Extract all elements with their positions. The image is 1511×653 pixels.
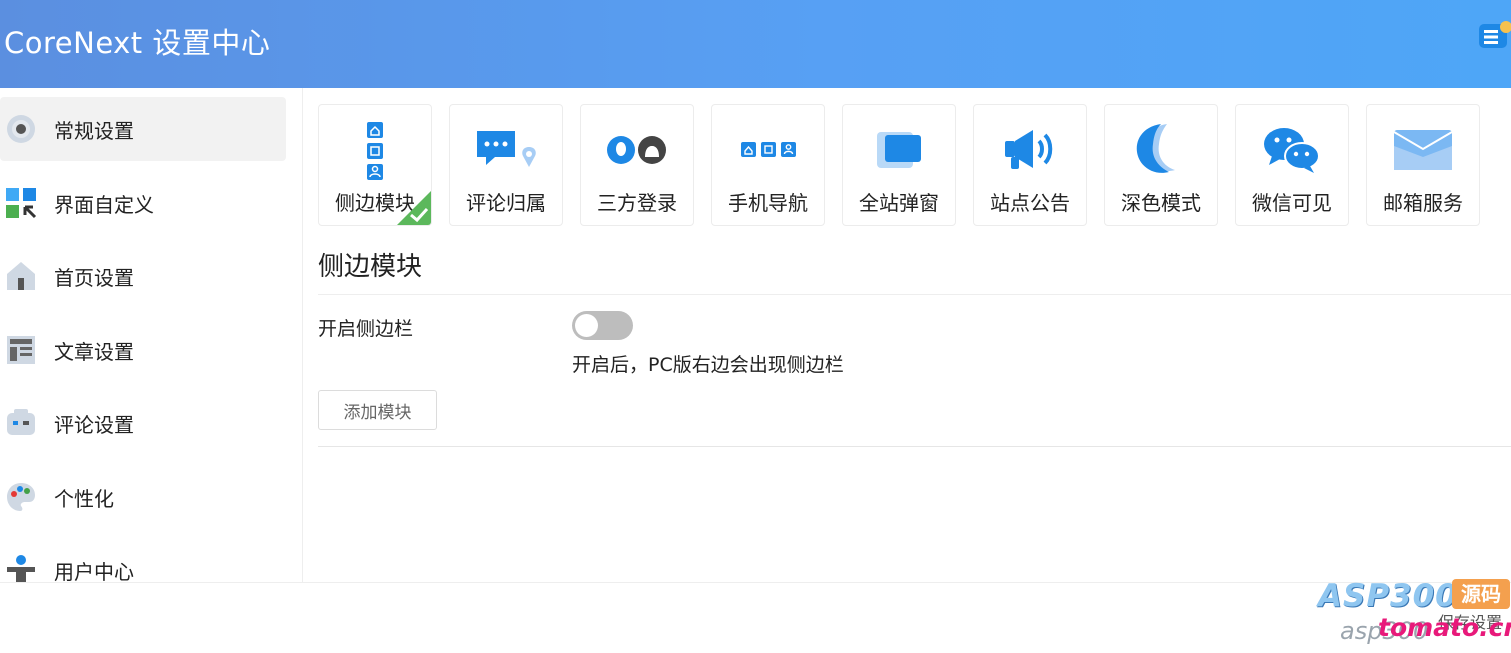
watermark-url-pink: tomato.cm: [1378, 613, 1511, 642]
tab-label: 评论归属: [466, 191, 546, 215]
app-header: CoreNext 设置中心: [0, 0, 1511, 88]
article-icon: [4, 333, 38, 367]
sidebar-item-label: 常规设置: [54, 118, 134, 143]
sidebar-item-home[interactable]: 首页设置: [0, 244, 286, 308]
sidebar-item-general[interactable]: 常规设置: [0, 97, 286, 161]
wechat-icon: [1236, 117, 1348, 183]
option-label: 开启侧边栏: [318, 318, 414, 340]
moon-icon: [1105, 117, 1217, 183]
section-title: 侧边模块: [318, 252, 423, 282]
sidebar-item-article[interactable]: 文章设置: [0, 318, 286, 382]
tab-label: 邮箱服务: [1383, 191, 1463, 215]
tab-site-notice[interactable]: 站点公告: [973, 104, 1087, 226]
add-module-button[interactable]: 添加模块: [318, 390, 437, 430]
layout-customize-icon: [4, 186, 38, 220]
side-module-icon: [319, 117, 431, 183]
sidebar-item-label: 首页设置: [54, 265, 134, 290]
user-icon: [4, 553, 38, 582]
home-icon: [4, 259, 38, 293]
comment-bot-icon: [4, 406, 38, 440]
footer-divider: [0, 582, 1511, 583]
tab-wechat-visible[interactable]: 微信可见: [1235, 104, 1349, 226]
tab-label: 三方登录: [597, 191, 677, 215]
sidebar-item-personalize[interactable]: 个性化: [0, 465, 286, 529]
palette-icon: [4, 480, 38, 514]
sidebar-item-label: 个性化: [54, 486, 114, 511]
third-party-login-icon: [581, 117, 693, 183]
tab-mail-service[interactable]: 邮箱服务: [1366, 104, 1480, 226]
mobile-nav-icon: [712, 117, 824, 183]
tab-label: 深色模式: [1121, 191, 1201, 215]
tab-label: 手机导航: [728, 191, 808, 215]
tab-label: 全站弹窗: [859, 191, 939, 215]
tab-comment-location[interactable]: 评论归属: [449, 104, 563, 226]
tab-dark-mode[interactable]: 深色模式: [1104, 104, 1218, 226]
tab-mobile-nav[interactable]: 手机导航: [711, 104, 825, 226]
mail-icon: [1367, 117, 1479, 183]
watermark-logo: ASP300: [1318, 578, 1458, 614]
sidebar-toggle[interactable]: [572, 311, 633, 340]
tab-popup-window[interactable]: 全站弹窗: [842, 104, 956, 226]
checkmark-icon: [397, 191, 431, 225]
gear-icon: [4, 112, 38, 146]
sidebar-item-label: 评论设置: [54, 412, 134, 437]
comment-location-icon: [450, 117, 562, 183]
sidebar: 常规设置 界面自定义 首页设置 文章设置 评论设置 个性化 用户中心: [0, 88, 303, 582]
divider: [318, 294, 1511, 295]
sidebar-item-label: 文章设置: [54, 339, 134, 364]
megaphone-icon: [974, 117, 1086, 183]
tab-label: 站点公告: [990, 191, 1070, 215]
tab-third-party-login[interactable]: 三方登录: [580, 104, 694, 226]
sidebar-item-user-center[interactable]: 用户中心: [0, 538, 286, 582]
popup-window-icon: [843, 117, 955, 183]
page-title: CoreNext 设置中心: [4, 26, 271, 60]
sidebar-item-label: 界面自定义: [54, 192, 154, 217]
sidebar-item-ui-customize[interactable]: 界面自定义: [0, 171, 286, 235]
tab-label: 微信可见: [1252, 191, 1332, 215]
sidebar-item-comment[interactable]: 评论设置: [0, 391, 286, 455]
option-description: 开启后，PC版右边会出现侧边栏: [572, 354, 844, 376]
toggle-knob: [575, 314, 598, 337]
sidebar-item-label: 用户中心: [54, 559, 134, 583]
divider: [318, 446, 1511, 447]
tab-side-module[interactable]: 侧边模块: [318, 104, 432, 226]
notification-list-icon[interactable]: [1478, 20, 1511, 54]
watermark-badge: 源码: [1452, 579, 1510, 609]
